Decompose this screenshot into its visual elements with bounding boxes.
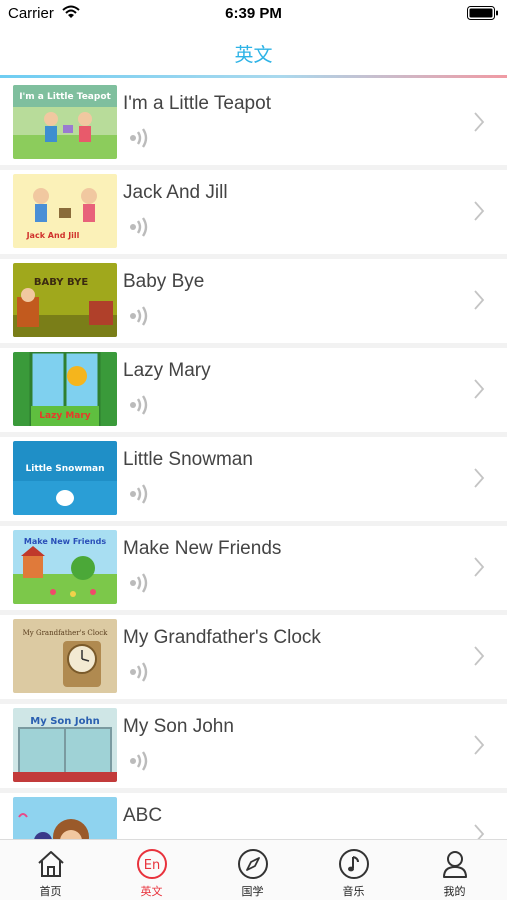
thumbnail-text: BABY BYE	[34, 277, 88, 288]
chevron-right-icon	[473, 289, 485, 316]
header-divider	[0, 75, 507, 78]
chevron-right-icon	[473, 645, 485, 672]
chevron-right-icon	[473, 823, 485, 839]
profile-icon	[443, 851, 467, 878]
chevron-right-icon	[473, 556, 485, 583]
thumbnail-text: Make New Friends	[24, 537, 106, 546]
song-title: ABC	[123, 805, 163, 826]
sound-icon[interactable]	[128, 216, 152, 243]
song-title: My Grandfather's Clock	[123, 627, 321, 648]
sound-icon[interactable]	[128, 572, 152, 599]
song-title: Jack And Jill	[123, 182, 228, 203]
tab-label: 英文	[140, 885, 163, 898]
chevron-right-icon	[473, 111, 485, 138]
list-item[interactable]: BABY BYE Baby Bye	[0, 259, 507, 343]
song-title: My Son John	[123, 716, 234, 737]
list-item[interactable]: Make New Friends Make New Friends	[0, 526, 507, 610]
thumbnail-text: I'm a Little Teapot	[19, 92, 111, 102]
thumbnail-text: Lazy Mary	[39, 411, 91, 421]
battery-icon	[467, 6, 499, 25]
song-title: I'm a Little Teapot	[123, 93, 271, 114]
tab-label: 音乐	[342, 885, 365, 898]
song-title: Lazy Mary	[123, 360, 211, 381]
music-note-icon	[339, 849, 369, 879]
english-icon: En	[137, 849, 167, 879]
song-thumbnail	[13, 797, 117, 839]
sound-icon[interactable]	[128, 661, 152, 688]
song-title: Baby Bye	[123, 271, 205, 292]
song-thumbnail: My Grandfather's Clock	[13, 619, 117, 693]
song-list[interactable]: I'm a Little Teapot I'm a Little Teapot …	[0, 81, 507, 839]
tab-guoxue[interactable]: 国学	[202, 840, 303, 900]
page-title: 英文	[234, 44, 273, 66]
song-title: Little Snowman	[123, 449, 253, 470]
tab-music[interactable]: 音乐	[303, 840, 404, 900]
song-thumbnail: My Son John	[13, 708, 117, 782]
english-icon-text: En	[144, 858, 160, 873]
compass-icon	[238, 849, 268, 879]
list-item[interactable]: My Son John My Son John	[0, 704, 507, 788]
tab-bar: 首页 En 英文 国学 音乐 我的	[0, 839, 507, 900]
sound-icon[interactable]	[128, 483, 152, 510]
tab-label: 我的	[443, 885, 466, 898]
thumbnail-text: Jack And Jill	[26, 231, 80, 240]
list-item[interactable]: Little Snowman Little Snowman	[0, 437, 507, 521]
thumbnail-text: My Son John	[30, 716, 99, 727]
sound-icon[interactable]	[128, 394, 152, 421]
song-thumbnail: Little Snowman	[13, 441, 117, 515]
status-time: 6:39 PM	[225, 5, 282, 22]
tab-english[interactable]: En 英文	[101, 840, 202, 900]
list-item[interactable]: Lazy Mary Lazy Mary	[0, 348, 507, 432]
thumbnail-text: My Grandfather's Clock	[23, 629, 108, 637]
song-thumbnail: Jack And Jill	[13, 174, 117, 248]
tab-label: 首页	[39, 885, 62, 898]
sound-icon[interactable]	[128, 305, 152, 332]
navigation-bar: 英文	[0, 28, 507, 78]
tab-profile[interactable]: 我的	[404, 840, 505, 900]
song-title: Make New Friends	[123, 538, 282, 559]
song-thumbnail: Make New Friends	[13, 530, 117, 604]
song-thumbnail: I'm a Little Teapot	[13, 85, 117, 159]
sound-icon[interactable]	[128, 750, 152, 777]
tab-label: 国学	[241, 885, 264, 898]
thumbnail-text: Little Snowman	[26, 464, 105, 474]
home-icon	[38, 851, 64, 877]
list-item[interactable]: Jack And Jill Jack And Jill	[0, 170, 507, 254]
status-bar: Carrier 6:39 PM	[0, 0, 507, 28]
song-thumbnail: Lazy Mary	[13, 352, 117, 426]
song-thumbnail: BABY BYE	[13, 263, 117, 337]
tab-home[interactable]: 首页	[0, 840, 101, 900]
chevron-right-icon	[473, 467, 485, 494]
chevron-right-icon	[473, 378, 485, 405]
list-item[interactable]: I'm a Little Teapot I'm a Little Teapot	[0, 81, 507, 165]
sound-icon[interactable]	[128, 127, 152, 154]
chevron-right-icon	[473, 200, 485, 227]
list-item[interactable]: My Grandfather's Clock My Grandfather's …	[0, 615, 507, 699]
chevron-right-icon	[473, 734, 485, 761]
list-item[interactable]: ABC	[0, 793, 507, 839]
